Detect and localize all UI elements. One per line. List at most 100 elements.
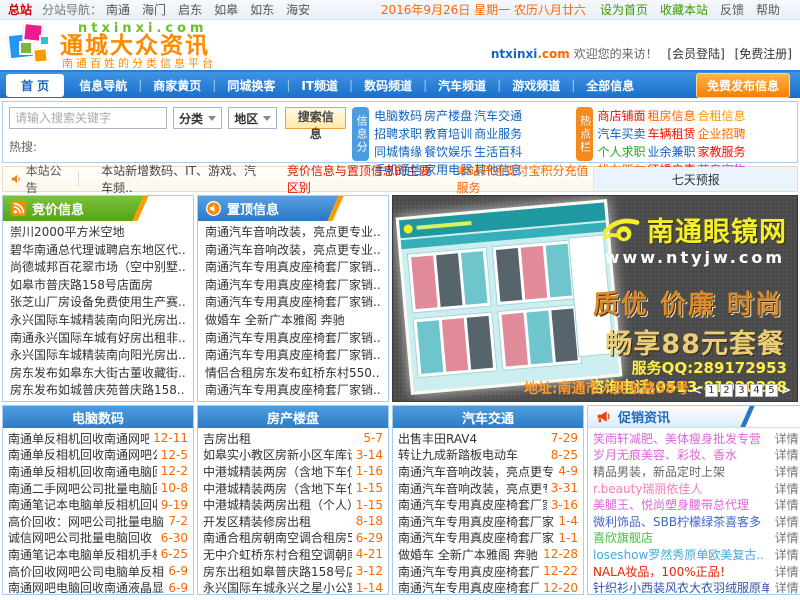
branch-city-link[interactable]: 南通 — [106, 1, 130, 18]
bidding-item[interactable]: 永兴国际车城精装南向阳光房出.. — [10, 347, 186, 365]
category-link[interactable]: 餐饮娱乐 — [424, 143, 474, 161]
branch-city-link[interactable]: 海门 — [142, 1, 166, 18]
bidding-item[interactable]: 南通永兴国际车城有好房出租非.. — [10, 330, 186, 348]
listing-title[interactable]: 南通笔记本电脑单反相机回收 — [8, 496, 157, 513]
promo-detail-link[interactable]: 详情 — [769, 430, 799, 447]
listing-title[interactable]: 南通汽车音响改装，亮点更专业.. — [398, 463, 554, 480]
listing-title[interactable]: 永兴国际车城永兴之星小公寓出.. — [203, 579, 352, 596]
topbar-link[interactable]: 帮助 — [756, 1, 780, 18]
register-link[interactable]: [免费注册] — [735, 47, 792, 61]
bidding-item[interactable]: 如皋市普庆路158号店面房 — [10, 277, 186, 295]
category-link[interactable]: 商业服务 — [474, 125, 524, 143]
column-header[interactable]: 汽车交通 — [393, 406, 583, 428]
nav-item[interactable]: 数码频道 — [353, 77, 423, 94]
listing-title[interactable]: 南通汽车专用真皮座椅套厂家销.. — [398, 563, 539, 580]
eyewear-ad-banner[interactable]: 南通眼镜网 www.ntyjw.com 质优 价廉 时尚 畅享88元套餐 服务Q… — [392, 195, 798, 402]
listing-title[interactable]: 南通单反相机回收南通电脑回收.. — [8, 463, 157, 480]
listing-title[interactable]: 南通单反相机回收南通网吧公司.. — [8, 430, 149, 447]
weather-forecast-box[interactable]: 七天预报 — [593, 167, 797, 191]
category-select[interactable]: 分类 — [173, 107, 222, 129]
listing-title[interactable]: 做婚车 全新广本雅阁 奔驰 — [398, 546, 539, 563]
bidding-item[interactable]: 崇川2000平方米空地 — [10, 224, 186, 242]
pinned-item[interactable]: 情侣合租房东发布虹桥东村550.. — [205, 365, 381, 383]
promo-title-link[interactable]: 笑雨轩减肥、美体瘦身批发专营 — [593, 430, 769, 447]
hot-link[interactable]: 租房信息 — [648, 107, 698, 125]
category-link[interactable]: 电脑数码 — [374, 107, 424, 125]
search-input[interactable] — [9, 107, 167, 129]
column-header[interactable]: 房产楼盘 — [198, 406, 388, 428]
promo-title-link[interactable]: r.beauty瑞丽依佳人 — [593, 480, 769, 497]
listing-title[interactable]: 南通汽车专用真皮座椅套厂家销.. — [398, 496, 547, 513]
ad-page-number[interactable]: 5 — [765, 384, 778, 397]
listing-title[interactable]: 南通单反相机回收南通网吧公司.. — [8, 446, 157, 463]
listing-title[interactable]: 南通汽车专用真皮座椅套厂家销.. — [398, 579, 539, 596]
site-title-block[interactable]: ntxinxi.com 通城大众资讯 南通百姓的分类信息平台 — [60, 22, 216, 69]
nav-item[interactable]: 信息导航 — [68, 77, 138, 94]
pinned-item[interactable]: 南通汽车专用真皮座椅套厂家销.. — [205, 347, 381, 365]
promo-title-link[interactable]: NALA妆品，100%正品！ — [593, 563, 769, 580]
main-site-link[interactable]: 总站 — [8, 1, 32, 18]
pinned-item[interactable]: 南通汽车专用真皮座椅套厂家销.. — [205, 330, 381, 348]
column-header[interactable]: 电脑数码 — [3, 406, 193, 428]
hot-link[interactable]: 汽车买卖 — [598, 125, 648, 143]
listing-title[interactable]: 高价回收：网吧公司批量电脑 — [8, 513, 164, 530]
listing-title[interactable]: 南通合租房朝南空调合租房500.. — [203, 529, 352, 546]
hot-link[interactable]: 业余兼职 — [648, 143, 698, 161]
promo-title-link[interactable]: 岁月无痕美容、彩妆、香水 — [593, 446, 769, 463]
bidding-item[interactable]: 永兴国际车城精装南向阳光房出.. — [10, 312, 186, 330]
pinned-item[interactable]: 做婚车 全新广本雅阁 奔驰 — [205, 312, 381, 330]
listing-title[interactable]: 南通二手网吧公司批量电脑回收.. — [8, 480, 157, 497]
announcement-item[interactable]: 竞价信息与置顶信息的主要区别 — [287, 162, 435, 196]
listing-title[interactable]: 南通汽车专用真皮座椅套厂家销.. — [398, 529, 554, 546]
promo-detail-link[interactable]: 详情 — [769, 546, 799, 563]
pinned-item[interactable]: 南通汽车专用真皮座椅套厂家销.. — [205, 294, 381, 312]
listing-title[interactable]: 南通汽车专用真皮座椅套厂家销.. — [398, 513, 554, 530]
promo-detail-link[interactable]: 详情 — [769, 480, 799, 497]
category-link[interactable]: 汽车交通 — [474, 107, 524, 125]
pinned-item[interactable]: 南通汽车专用真皮座椅套厂家销.. — [205, 277, 381, 295]
ad-next-arrow[interactable]: > — [780, 383, 792, 397]
promo-title-link[interactable]: 美腿王、悦尚塑身腰带总代理 — [593, 496, 769, 513]
category-link[interactable]: 同城情缘 — [374, 143, 424, 161]
listing-title[interactable]: 出售丰田RAV4 — [398, 430, 547, 447]
listing-title[interactable]: 中港城精装两房出租（个人） — [203, 496, 352, 513]
pinned-item[interactable]: 南通汽车专用真皮座椅套厂家销.. — [205, 382, 381, 400]
topbar-link[interactable]: 反馈 — [720, 1, 744, 18]
hot-link[interactable]: 车辆租赁 — [648, 125, 698, 143]
promo-detail-link[interactable]: 详情 — [769, 446, 799, 463]
hot-link[interactable]: 个人求职 — [598, 143, 648, 161]
promo-title-link[interactable]: 针织衫小西装风衣大衣羽绒服原单.. — [593, 579, 769, 596]
hot-link[interactable]: 家教服务 — [698, 143, 748, 161]
ad-page-number[interactable]: 3 — [735, 384, 748, 397]
listing-title[interactable]: 无中介虹桥东村合租空调朝南55.. — [203, 546, 352, 563]
info-category-tab[interactable]: 信息分类 — [352, 107, 369, 161]
site-logo[interactable] — [8, 22, 54, 68]
pinned-item[interactable]: 南通汽车音响改装，亮点更专业.. — [205, 242, 381, 260]
category-link[interactable]: 房产楼盘 — [424, 107, 474, 125]
topbar-link[interactable]: 收藏本站 — [660, 1, 708, 18]
publish-info-button[interactable]: 免费发布信息 — [696, 73, 790, 98]
nav-home-tab[interactable]: 首 页 — [6, 74, 64, 97]
hot-columns-tab[interactable]: 热点栏目 — [576, 107, 593, 161]
nav-item[interactable]: IT频道 — [290, 77, 349, 94]
category-link[interactable]: 招聘求职 — [374, 125, 424, 143]
listing-title[interactable]: 开发区精装修房出租 — [203, 513, 352, 530]
branch-city-link[interactable]: 启东 — [178, 1, 202, 18]
branch-city-link[interactable]: 如东 — [250, 1, 274, 18]
listing-title[interactable]: 南通网吧电脑回收南通液晶显示.. — [8, 579, 164, 596]
bidding-item[interactable]: 张芝山厂房设备免费使用生产赛.. — [10, 294, 186, 312]
bidding-item[interactable]: 房东发布如皋东大街古董收藏街.. — [10, 365, 186, 383]
ad-page-number[interactable]: 1 — [705, 384, 718, 397]
announcement-item[interactable]: 本站开通支付宝积分充值服务 — [456, 162, 593, 196]
promo-detail-link[interactable]: 详情 — [769, 496, 799, 513]
ad-prev-arrow[interactable]: < — [691, 383, 703, 397]
bidding-item[interactable]: 碧华南通总代理诚聘启东地区代.. — [10, 242, 186, 260]
promo-title-link[interactable]: 微利饰品、SBB柠檬绿茶喜客多 — [593, 513, 769, 530]
listing-title[interactable]: 如皋实小教区房新小区车库设备.. — [203, 446, 352, 463]
nav-item[interactable]: 汽车频道 — [427, 77, 497, 94]
promo-title-link[interactable]: 精品男装，新品定时上架 — [593, 463, 769, 480]
promo-title-link[interactable]: 喜欣旗舰店 — [593, 529, 769, 546]
branch-city-link[interactable]: 海安 — [286, 1, 310, 18]
promo-detail-link[interactable]: 详情 — [769, 463, 799, 480]
pinned-item[interactable]: 南通汽车专用真皮座椅套厂家销.. — [205, 259, 381, 277]
